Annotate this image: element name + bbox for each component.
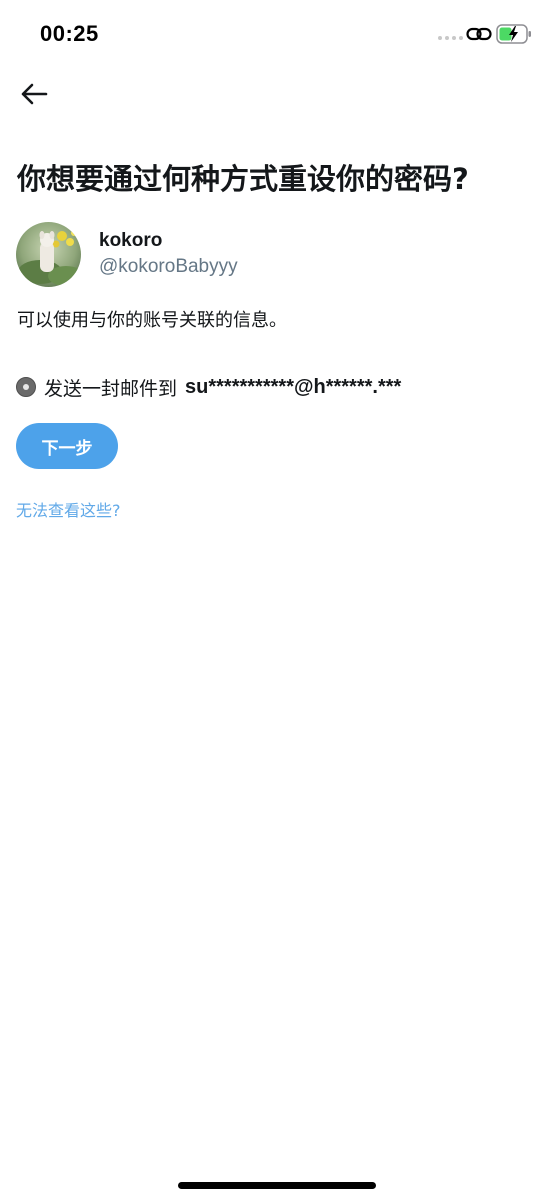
- avatar: [16, 222, 81, 287]
- next-button[interactable]: 下一步: [16, 423, 118, 469]
- display-name: kokoro: [99, 230, 163, 251]
- page-title: 你想要通过何种方式重设你的密码?: [17, 162, 469, 196]
- status-bar: 00:25: [0, 0, 554, 66]
- status-time: 00:25: [40, 21, 99, 46]
- signal-dots-icon: [438, 36, 463, 40]
- email-option[interactable]: 发送一封邮件到 su***********@h******.***: [16, 372, 401, 402]
- info-text: 可以使用与你的账号关联的信息。: [17, 310, 287, 331]
- user-handle: @kokoroBabyyy: [99, 256, 238, 277]
- cant-see-link[interactable]: 无法查看这些?: [16, 497, 121, 521]
- email-option-label: 发送一封邮件到: [44, 377, 178, 400]
- home-indicator: [178, 1182, 376, 1189]
- back-button[interactable]: [14, 78, 54, 110]
- link-icon: [466, 27, 492, 41]
- masked-email: su***********@h******.***: [185, 375, 402, 398]
- password-reset-screen: 00:25 你想要通过何种方式重设你的密码? kokoro @kokoroBab…: [0, 0, 554, 1200]
- radio-selected-icon[interactable]: [16, 377, 36, 397]
- arrow-left-icon: [21, 83, 48, 105]
- battery-charging-icon: [496, 24, 531, 44]
